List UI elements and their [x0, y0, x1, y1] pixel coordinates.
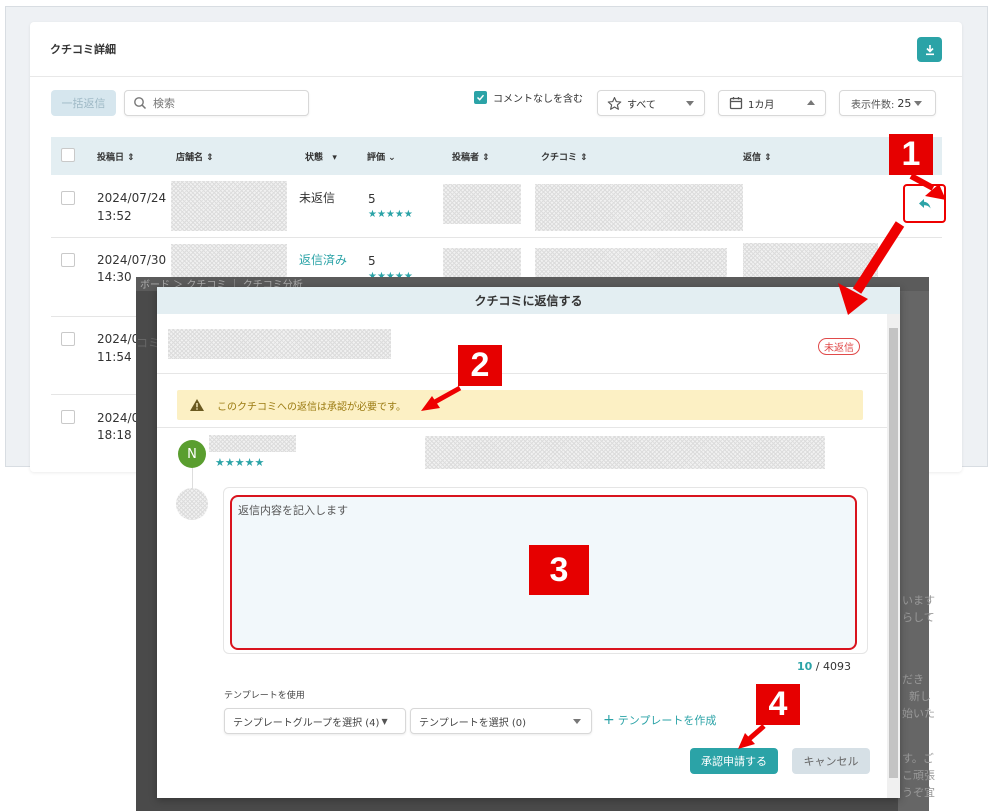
row-time: 18:18 — [97, 428, 132, 442]
backdrop-text: うぞ宜 — [902, 786, 935, 799]
column-header-rating[interactable]: 評価 ⌄ — [367, 150, 396, 163]
page-size-value: 25 — [897, 96, 912, 110]
row-date: 2024/07/30 — [97, 253, 167, 267]
checkbox-checked-icon[interactable] — [474, 91, 487, 104]
column-header-review[interactable]: クチコミ ⇕ — [541, 150, 588, 163]
cancel-button[interactable]: キャンセル — [792, 748, 870, 774]
request-approval-button[interactable]: 承認申請する — [690, 748, 778, 774]
row-time: 14:30 — [97, 270, 132, 284]
store-name-redacted — [168, 329, 391, 359]
reply-redacted — [743, 243, 878, 278]
review-text-redacted — [425, 436, 825, 469]
search-box[interactable] — [124, 90, 309, 116]
column-header-status[interactable]: 状態 ▾ — [305, 150, 337, 163]
card-divider — [30, 76, 962, 77]
reviewer-avatar: N — [178, 440, 206, 468]
warning-icon — [190, 399, 204, 411]
period-dropdown[interactable]: 1カ月 — [718, 90, 826, 116]
store-name-redacted — [171, 181, 287, 231]
row-date: 2024/07/24 — [97, 191, 167, 205]
backdrop-text: だき — [902, 673, 924, 686]
download-button[interactable] — [917, 37, 942, 62]
column-header-author[interactable]: 投稿者 ⇕ — [452, 150, 490, 163]
step-badge-2: 2 — [458, 345, 502, 386]
row-checkbox[interactable] — [61, 191, 75, 205]
row-divider — [51, 316, 137, 317]
author-redacted — [443, 248, 521, 278]
select-all-checkbox[interactable] — [61, 148, 75, 162]
modal-divider — [157, 373, 887, 374]
scrollbar-thumb[interactable] — [889, 328, 898, 778]
row-status: 未返信 — [299, 191, 336, 205]
backdrop-text: こ頑張 — [902, 769, 935, 782]
search-icon — [134, 97, 147, 110]
page-size-dropdown[interactable]: 表示件数: 25 — [839, 90, 936, 116]
warning-text: このクチコミへの返信は承認が必要です。 — [217, 401, 406, 413]
row-date: 2024/0 — [97, 332, 140, 346]
template-select[interactable]: テンプレートを選択 (0) — [410, 708, 592, 734]
column-header-reply[interactable]: 返信 ⇕ — [743, 150, 772, 163]
reviewer-name-redacted — [209, 435, 296, 452]
include-no-comment-toggle[interactable]: コメントなしを含む — [474, 90, 583, 105]
template-label: テンプレートを使用 — [224, 691, 305, 701]
create-template-link[interactable]: + テンプレートを作成 — [603, 712, 716, 728]
step-badge-1: 1 — [889, 134, 933, 175]
chevron-down-icon — [573, 719, 581, 724]
template-group-select[interactable]: テンプレートグループを選択 (4) ▼ — [224, 708, 406, 734]
reviewer-stars: ★★★★★ — [215, 456, 265, 469]
row-rating: 5 — [368, 192, 376, 206]
column-header-date[interactable]: 投稿日 ⇕ — [97, 150, 135, 163]
step-badge-4: 4 — [756, 684, 800, 725]
plus-icon: + — [603, 712, 615, 728]
row-time: 11:54 — [97, 350, 132, 364]
modal-scrollbar[interactable] — [887, 314, 900, 798]
chevron-down-icon: ▼ — [381, 716, 388, 726]
row-checkbox[interactable] — [61, 410, 75, 424]
status-badge: 未返信 — [818, 338, 860, 355]
card-title: クチコミ詳細 — [50, 43, 116, 56]
row-date: 2024/0 — [97, 411, 140, 425]
column-header-store[interactable]: 店舗名 ⇕ — [176, 150, 214, 163]
rating-stars: ★★★★★ — [368, 209, 413, 220]
row-time: 13:52 — [97, 209, 132, 223]
page-size-label: 表示件数: — [851, 99, 895, 111]
row-divider — [51, 237, 942, 238]
row-checkbox[interactable] — [61, 332, 75, 346]
backdrop-text: 新し — [909, 690, 931, 703]
period-value: 1カ月 — [748, 99, 775, 111]
reply-icon — [918, 198, 930, 208]
backdrop-text: す。ご — [902, 752, 934, 765]
reply-button[interactable] — [903, 184, 946, 223]
star-filter-value: すべて — [627, 99, 656, 111]
backdrop-text: います — [902, 594, 935, 607]
calendar-icon — [729, 97, 743, 110]
author-redacted — [443, 184, 521, 224]
row-divider — [51, 394, 137, 395]
backdrop-text: 始いた — [902, 707, 935, 720]
thread-connector — [192, 468, 193, 488]
row-checkbox[interactable] — [61, 253, 75, 267]
include-no-comment-label: コメントなしを含む — [493, 94, 583, 105]
review-redacted — [535, 248, 727, 278]
download-icon — [925, 44, 934, 55]
modal-divider — [157, 427, 887, 428]
store-avatar — [176, 488, 208, 520]
chevron-down-icon — [914, 101, 922, 106]
row-rating: 5 — [368, 254, 376, 268]
backdrop-right-strip — [898, 291, 929, 811]
modal-title: クチコミに返信する — [157, 287, 900, 314]
search-input[interactable] — [153, 94, 303, 112]
star-filter-dropdown[interactable]: すべて — [597, 90, 705, 116]
store-name-redacted — [171, 244, 287, 278]
backdrop-text: らして — [902, 611, 935, 624]
char-counter: 10 / 4093 — [797, 660, 852, 673]
row-status: 返信済み — [299, 253, 348, 267]
star-outline-icon — [607, 96, 622, 110]
bulk-reply-button[interactable]: 一括返信 — [51, 90, 116, 116]
chevron-down-icon — [686, 101, 694, 106]
review-redacted — [535, 184, 743, 231]
chevron-up-icon — [807, 100, 815, 105]
approval-warning: このクチコミへの返信は承認が必要です。 — [177, 390, 863, 420]
step-badge-3: 3 — [529, 545, 589, 595]
